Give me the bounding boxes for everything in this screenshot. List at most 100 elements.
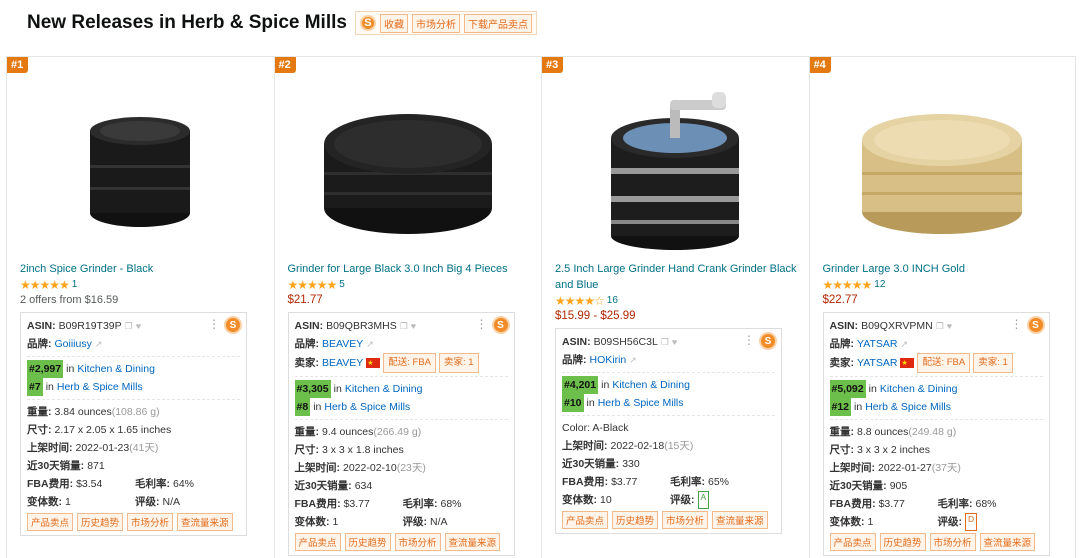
- seller-link[interactable]: BEAVEY: [322, 354, 363, 372]
- heart-icon[interactable]: ♥: [136, 317, 141, 335]
- sales-label: 近30天销量:: [829, 480, 887, 492]
- seller-link[interactable]: YATSAR: [857, 354, 897, 372]
- brand-link[interactable]: Goiiiusy: [55, 335, 92, 353]
- in-word: in: [586, 397, 595, 409]
- main-category-link[interactable]: Kitchen & Dining: [345, 380, 423, 398]
- variants-label: 变体数:: [562, 494, 597, 506]
- main-rank: #3,305: [294, 380, 331, 398]
- brand-link[interactable]: BEAVEY: [322, 335, 363, 353]
- extension-logo-icon[interactable]: S: [491, 316, 510, 334]
- weight-label: 重量:: [27, 406, 52, 418]
- history-trend-button[interactable]: 历史趋势: [344, 533, 391, 551]
- sub-category-link[interactable]: Herb & Spice Mills: [57, 378, 143, 396]
- history-trend-button[interactable]: 历史趋势: [612, 511, 659, 529]
- history-trend-button[interactable]: 历史趋势: [879, 533, 926, 551]
- grade-label: 评级:: [402, 516, 428, 528]
- product-card: #2 Grinder for Large Black 3.0 Inch Big …: [273, 56, 542, 558]
- star-rating-icon[interactable]: ★★★★★: [20, 278, 70, 292]
- traffic-source-button[interactable]: 查流量来源: [979, 533, 1036, 551]
- sales-line: 近30天销量: 634: [295, 477, 508, 495]
- product-image[interactable]: [275, 81, 542, 261]
- margin-value: 64%: [173, 478, 195, 490]
- brand-label: 品牌:: [562, 354, 587, 366]
- extension-logo-icon[interactable]: S: [224, 316, 242, 334]
- external-link-icon[interactable]: ↗: [95, 335, 103, 353]
- external-link-icon[interactable]: ↗: [629, 351, 637, 369]
- product-card: #4 Grinder Large 3.0 INCH Gold ★★★★★ 12 …: [808, 56, 1076, 558]
- star-rating-icon[interactable]: ★★★★★: [288, 278, 338, 292]
- sub-category-link[interactable]: Herb & Spice Mills: [598, 394, 684, 412]
- sub-category-link[interactable]: Herb & Spice Mills: [865, 398, 951, 416]
- heart-icon[interactable]: ♥: [672, 333, 677, 351]
- more-options-icon[interactable]: ⋮: [476, 317, 488, 331]
- selling-points-button[interactable]: 产品卖点: [562, 511, 609, 529]
- main-category-link[interactable]: Kitchen & Dining: [77, 360, 155, 378]
- star-rating-icon[interactable]: ★★★★★: [823, 278, 873, 292]
- download-selling-points-button[interactable]: 下载产品卖点: [463, 13, 532, 33]
- external-link-icon[interactable]: ↗: [900, 335, 908, 353]
- selling-points-button[interactable]: 产品卖点: [27, 513, 74, 531]
- market-analysis-button[interactable]: 市场分析: [411, 13, 460, 33]
- copy-icon[interactable]: ❐: [661, 333, 669, 351]
- product-title-link[interactable]: Grinder for Large Black 3.0 Inch Big 4 P…: [288, 261, 534, 277]
- product-title-link[interactable]: 2.5 Inch Large Grinder Hand Crank Grinde…: [555, 261, 801, 293]
- rating-count[interactable]: 1: [72, 279, 78, 290]
- market-analysis-button[interactable]: 市场分析: [929, 533, 976, 551]
- product-image[interactable]: [542, 81, 809, 261]
- traffic-source-button[interactable]: 查流量来源: [712, 511, 768, 529]
- copy-icon[interactable]: ❐: [936, 317, 944, 335]
- date-label: 上架时间:: [294, 462, 341, 474]
- brand-link[interactable]: HOKirin: [590, 351, 627, 369]
- main-rank: #4,201: [562, 376, 599, 394]
- heart-icon[interactable]: ♥: [947, 317, 952, 335]
- main-rank: #5,092: [829, 380, 866, 398]
- margin-label: 毛利率:: [135, 478, 170, 490]
- more-options-icon[interactable]: ⋮: [1011, 317, 1023, 331]
- weight-line: 重量: 8.8 ounces (249.48 g): [830, 423, 1043, 441]
- more-options-icon[interactable]: ⋮: [743, 333, 755, 347]
- date-value: 2022-01-27: [878, 462, 932, 474]
- market-analysis-button[interactable]: 市场分析: [662, 511, 709, 529]
- extension-logo-icon[interactable]: S: [1026, 316, 1045, 334]
- market-analysis-button[interactable]: 市场分析: [127, 513, 174, 531]
- sub-rank: #10: [562, 394, 584, 412]
- offers-text[interactable]: 2 offers from $16.59: [20, 292, 266, 309]
- rating-count[interactable]: 16: [607, 295, 618, 306]
- main-category-link[interactable]: Kitchen & Dining: [612, 376, 690, 394]
- product-title-link[interactable]: Grinder Large 3.0 INCH Gold: [823, 261, 1069, 277]
- brand-line: 品牌: BEAVEY ↗: [295, 335, 508, 353]
- extension-logo-icon[interactable]: S: [359, 15, 376, 31]
- china-flag-icon: [366, 355, 381, 373]
- variants-value: 1: [867, 516, 874, 528]
- star-rating-icon[interactable]: ★★★★☆: [555, 294, 605, 308]
- selling-points-button[interactable]: 产品卖点: [294, 533, 341, 551]
- product-image[interactable]: [810, 81, 1076, 261]
- grade-value: N/A: [430, 516, 448, 528]
- selling-points-button[interactable]: 产品卖点: [829, 533, 876, 551]
- rank-badge: #2: [274, 57, 296, 73]
- market-analysis-button[interactable]: 市场分析: [394, 533, 441, 551]
- rating-count[interactable]: 12: [874, 279, 885, 290]
- main-category-link[interactable]: Kitchen & Dining: [880, 380, 958, 398]
- history-trend-button[interactable]: 历史趋势: [77, 513, 124, 531]
- seller-label: 卖家:: [294, 357, 320, 369]
- extension-logo-icon[interactable]: S: [759, 332, 777, 350]
- product-title-link[interactable]: 2inch Spice Grinder - Black: [20, 261, 266, 277]
- brand-link[interactable]: YATSAR: [857, 335, 897, 353]
- sub-rank: #7: [27, 378, 43, 396]
- sub-category-link[interactable]: Herb & Spice Mills: [324, 398, 410, 416]
- date-days: (37天): [931, 462, 961, 474]
- traffic-source-button[interactable]: 查流量来源: [177, 513, 233, 531]
- size-label: 尺寸:: [829, 444, 855, 456]
- more-options-icon[interactable]: ⋮: [208, 317, 220, 331]
- fba-label: FBA费用:: [562, 476, 609, 488]
- copy-icon[interactable]: ❐: [125, 317, 133, 335]
- favorite-button[interactable]: 收藏: [379, 13, 408, 33]
- copy-icon[interactable]: ❐: [400, 317, 408, 335]
- external-link-icon[interactable]: ↗: [366, 335, 374, 353]
- traffic-source-button[interactable]: 查流量来源: [444, 533, 501, 551]
- heart-icon[interactable]: ♥: [411, 317, 416, 335]
- sales-label: 近30天销量:: [294, 480, 352, 492]
- rating-count[interactable]: 5: [339, 279, 345, 290]
- product-image[interactable]: [7, 81, 274, 261]
